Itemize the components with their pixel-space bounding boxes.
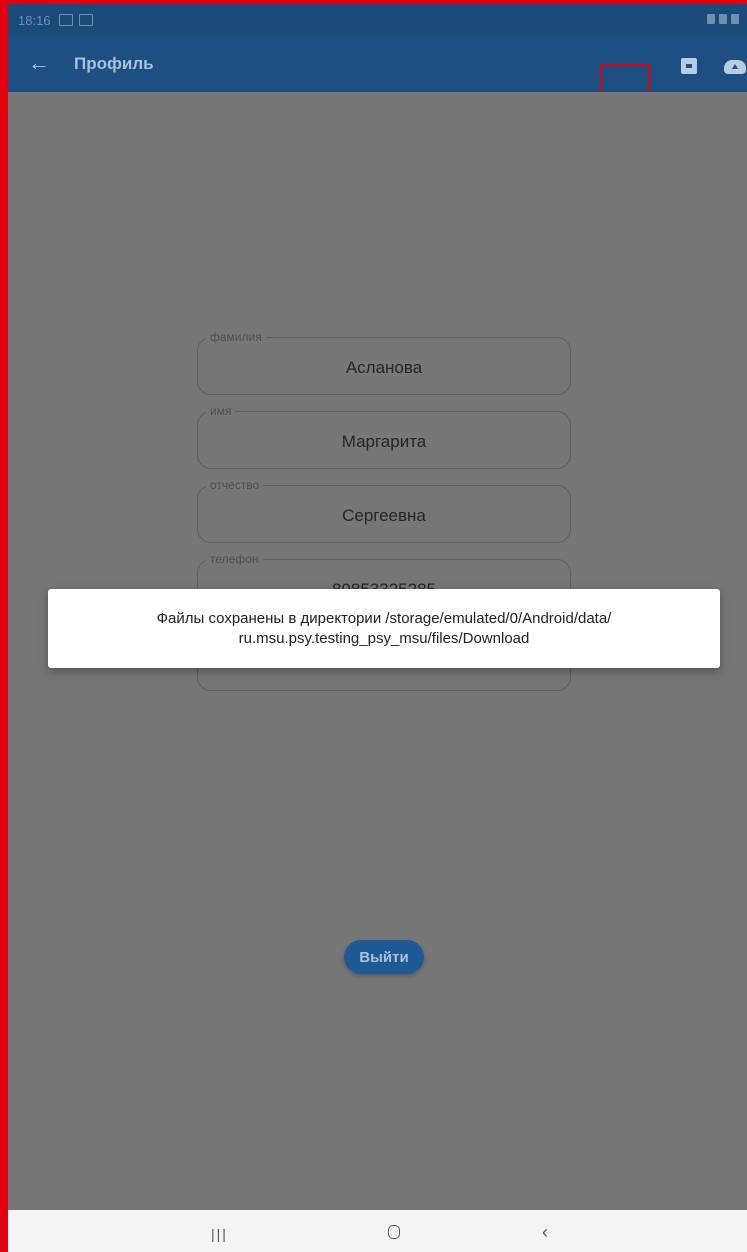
app-bar: ← Профиль	[8, 36, 747, 104]
name-label: имя	[206, 404, 236, 418]
name-value: Маргарита	[341, 432, 427, 451]
back-arrow-icon[interactable]: ←	[28, 52, 50, 74]
surname-value: Асланова	[345, 358, 423, 377]
logout-button[interactable]: Выйти	[344, 940, 424, 974]
wifi-icon	[707, 14, 715, 24]
signal-icon	[719, 14, 727, 24]
gallery-icon	[58, 14, 73, 26]
surname-field[interactable]: фамилия Асланова	[197, 330, 571, 395]
status-bar: 18:16	[8, 4, 747, 36]
cloud-upload-icon[interactable]	[724, 60, 746, 74]
recents-icon[interactable]: |||	[211, 1226, 228, 1242]
phone-label: телефон	[206, 552, 263, 566]
patronymic-field[interactable]: отчество Сергеевна	[197, 478, 571, 543]
status-right-icons	[707, 14, 739, 24]
notification-icons	[58, 14, 93, 26]
patronymic-value: Сергеевна	[342, 506, 426, 525]
system-nav-bar: ||| ‹	[8, 1210, 747, 1252]
nav-back-icon[interactable]: ‹	[542, 1222, 548, 1243]
save-icon[interactable]	[681, 58, 697, 74]
home-icon[interactable]	[388, 1225, 400, 1239]
surname-label: фамилия	[206, 330, 266, 344]
name-field[interactable]: имя Маргарита	[197, 404, 571, 469]
patronymic-label: отчество	[206, 478, 264, 492]
status-time: 18:16	[18, 12, 51, 28]
mail-icon	[78, 14, 93, 26]
battery-icon	[731, 14, 739, 24]
page-title: Профиль	[74, 54, 154, 73]
screen: 18:16 ← Профиль фамилия Асланова имя Мар…	[0, 0, 747, 1252]
snackbar-message-line1: Файлы сохранены в директории /storage/em…	[156, 609, 612, 627]
snackbar: Файлы сохранены в директории /storage/em…	[48, 589, 720, 668]
snackbar-message-line2: ru.msu.psy.testing_psy_msu/files/Downloa…	[238, 629, 530, 647]
